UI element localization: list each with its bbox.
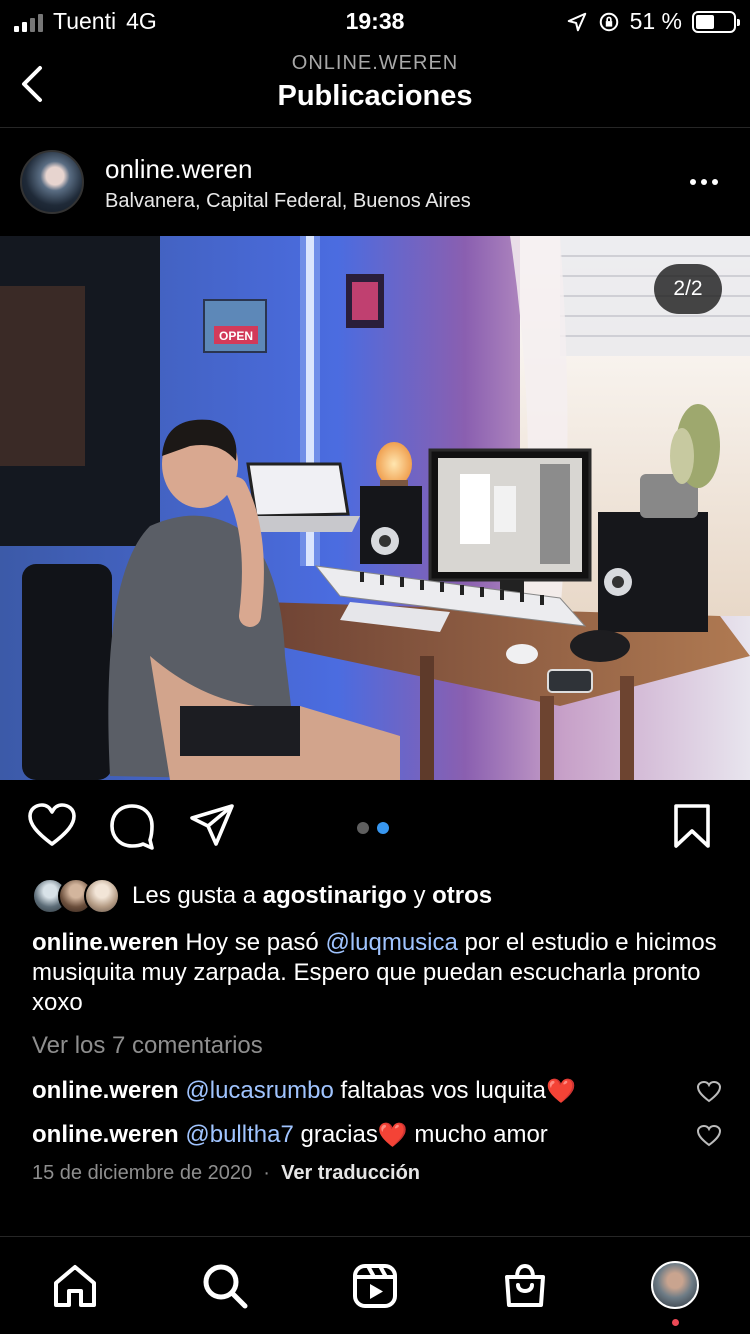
likes-row[interactable]: Les gusta a agostinarigo y otros [32, 876, 492, 916]
post-header: online.weren Balvanera, Capital Federal,… [0, 130, 750, 235]
studio-photo: OPEN [0, 236, 750, 780]
liker-avatar [84, 878, 120, 914]
view-comments-link[interactable]: Ver los 7 comentarios [32, 1032, 263, 1060]
heart-emoji: ❤️ [377, 1121, 408, 1149]
post-date-row: 15 de diciembre de 2020 · Ver traducción [32, 1162, 420, 1185]
home-icon [54, 1265, 96, 1307]
likes-user[interactable]: agostinarigo [263, 882, 407, 910]
comment-mention[interactable]: @lucasrumbo [185, 1077, 333, 1105]
post-location[interactable]: Balvanera, Capital Federal, Buenos Aires [105, 190, 471, 213]
tab-profile-avatar[interactable] [651, 1261, 699, 1309]
tab-search[interactable] [200, 1261, 250, 1311]
post-caption: online.weren Hoy se pasó @luqmusica por … [32, 928, 722, 1018]
caption-mention[interactable]: @luqmusica [325, 929, 457, 956]
caption-username[interactable]: online.weren [32, 929, 179, 956]
caption-text-before: Hoy se pasó [178, 929, 326, 956]
liked-by-avatars [32, 878, 124, 914]
shop-icon [505, 1263, 545, 1307]
comment-row: online.weren @lucasrumbo faltabas vos lu… [32, 1074, 722, 1108]
battery-icon [692, 10, 740, 33]
comment-text: faltabas vos luquita [333, 1077, 546, 1104]
bottom-tab-bar [0, 1236, 750, 1334]
more-options-button[interactable] [690, 170, 722, 194]
share-button[interactable] [186, 800, 238, 852]
comment-like-button[interactable] [696, 1124, 722, 1148]
battery-percent: 51 % [629, 8, 682, 34]
comment-like-button[interactable] [696, 1080, 722, 1104]
post-image[interactable]: OPEN 2/2 [0, 236, 750, 780]
likes-others[interactable]: otros [432, 882, 492, 910]
tab-reels[interactable] [350, 1261, 400, 1311]
reels-icon [353, 1264, 397, 1308]
location-arrow-icon [567, 12, 586, 31]
page-indicator-badge: 2/2 [654, 264, 722, 314]
carousel-dots [357, 822, 389, 834]
post-action-bar [0, 800, 750, 860]
open-sign-text: OPEN [219, 329, 253, 343]
carousel-dot [377, 822, 389, 834]
comment-username[interactable]: online.weren [32, 1121, 179, 1149]
heart-outline-icon [696, 1080, 722, 1103]
tab-shop[interactable] [500, 1261, 550, 1311]
search-icon [203, 1264, 248, 1309]
carousel-dot [357, 822, 369, 834]
date-separator: · [263, 1162, 270, 1184]
post-date: 15 de diciembre de 2020 [32, 1162, 253, 1184]
comment-text-2: mucho amor [407, 1121, 548, 1148]
like-button[interactable] [26, 800, 78, 852]
battery-fill [696, 14, 715, 29]
rotation-lock-icon [599, 12, 618, 31]
nav-header: ONLINE.WEREN Publicaciones [0, 44, 750, 128]
heart-emoji: ❤️ [545, 1077, 576, 1105]
likes-conj: y [406, 882, 433, 909]
save-button[interactable] [666, 800, 718, 852]
bookmark-icon [674, 804, 710, 848]
translate-link[interactable]: Ver traducción [281, 1162, 420, 1184]
post-author-avatar[interactable] [20, 150, 84, 214]
tab-home[interactable] [50, 1261, 100, 1311]
comment-row: online.weren @bulltha7 gracias ❤️ mucho a… [32, 1118, 722, 1152]
comment-icon [110, 804, 154, 850]
notification-dot [672, 1319, 679, 1326]
comment-username[interactable]: online.weren [32, 1077, 179, 1105]
comment-text: gracias [293, 1121, 378, 1148]
page-title: Publicaciones [277, 80, 473, 112]
comment-mention[interactable]: @bulltha7 [185, 1121, 293, 1149]
likes-prefix: Les gusta a [132, 882, 263, 909]
status-right: 51 % [566, 8, 740, 35]
status-bar: Tuenti 4G 19:38 51 % [0, 0, 750, 44]
heart-outline-icon [696, 1124, 722, 1147]
heart-icon [28, 803, 76, 846]
post-username[interactable]: online.weren [105, 154, 252, 185]
send-icon [190, 804, 234, 846]
nav-subtitle: ONLINE.WEREN [291, 52, 459, 74]
comment-button[interactable] [106, 800, 158, 852]
